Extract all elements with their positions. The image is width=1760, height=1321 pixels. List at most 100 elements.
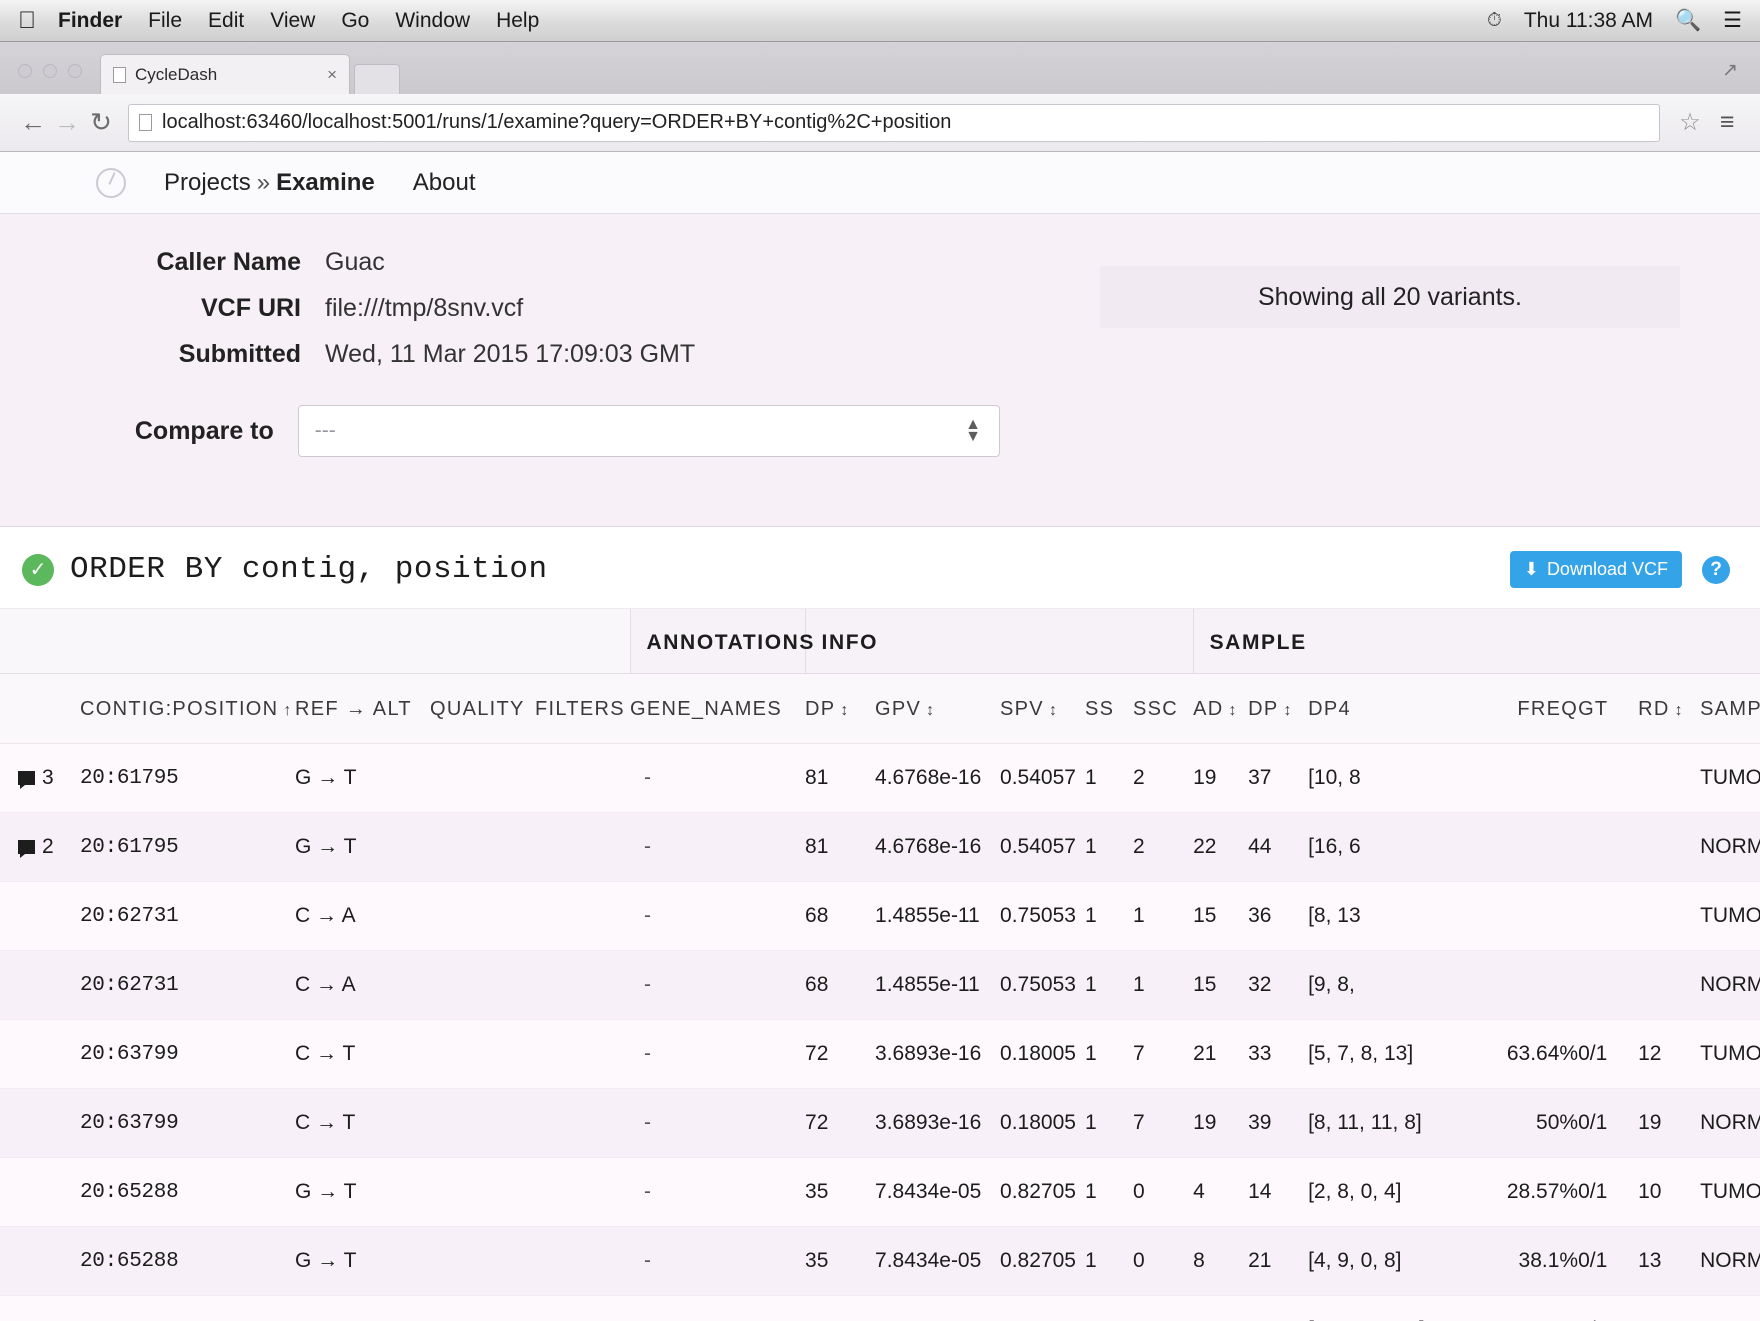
column-label: SS: [1085, 698, 1115, 720]
row-comment-count[interactable]: 2: [0, 812, 80, 882]
row-comment-count[interactable]: [0, 881, 80, 951]
page-info-icon[interactable]: [139, 114, 152, 131]
page-icon: [113, 66, 126, 83]
cell-dp: 35: [805, 1157, 876, 1227]
tab-cycledash[interactable]: CycleDash ×: [100, 54, 350, 94]
cell-position: 20:61795: [80, 812, 295, 882]
reload-icon[interactable]: ↻: [84, 107, 118, 138]
cell-position: 20:65900: [80, 1295, 295, 1321]
menu-item-view[interactable]: View: [270, 9, 315, 33]
column-header-dp-sample[interactable]: DP ↕: [1248, 673, 1309, 744]
cell-gpv: 1.4855e-11: [875, 881, 1001, 951]
table-row[interactable]: 20:62731 C → A -68 1.4855e-11 0.75053 1 1 15 32[…: [0, 950, 1760, 1020]
meta-row-caller-name: Caller Name Guac: [40, 248, 1000, 277]
menu-item-file[interactable]: File: [148, 9, 182, 33]
column-header-ad[interactable]: AD ↕: [1193, 673, 1249, 744]
caller-name-label: Caller Name: [156, 248, 301, 276]
breadcrumb-projects[interactable]: Projects: [164, 169, 251, 196]
cell-dp4: [8, 11, 11, 8]: [1308, 1088, 1484, 1158]
hamburger-menu-icon[interactable]: ≡: [1710, 108, 1744, 137]
cell-position: 20:62731: [80, 881, 295, 951]
timemachine-icon[interactable]: ⏱: [1487, 10, 1502, 32]
star-icon[interactable]: ☆: [1670, 108, 1710, 137]
menu-item-edit[interactable]: Edit: [208, 9, 244, 33]
cell-dp4: [8, 13: [1308, 881, 1484, 951]
download-vcf-button[interactable]: ⬇ Download VCF: [1509, 551, 1682, 588]
apple-icon[interactable]: : [18, 8, 36, 33]
cell-rd: 12: [1638, 1019, 1701, 1089]
nav-link-about[interactable]: About: [413, 169, 476, 197]
table-row[interactable]: 20:65288 G → T -35 7.8434e-05 0.82705 1 0 8 21 [4…: [0, 1226, 1760, 1296]
column-header-gene-names[interactable]: GENE_NAMES: [630, 673, 806, 744]
minimize-window-button[interactable]: [43, 64, 57, 78]
cell-filters: [535, 1088, 631, 1158]
cell-gpv: 3.6893e-16: [875, 1088, 1001, 1158]
cell-gpv: 4.6768e-16: [875, 812, 1001, 882]
menubar-clock[interactable]: Thu 11:38 AM: [1524, 9, 1653, 33]
cell-ssc: 0: [1133, 1226, 1194, 1296]
row-comment-count[interactable]: [0, 1226, 80, 1296]
table-row[interactable]: 20:63799 C → T -72 3.6893e-16 0.18005 1 7 19 39[…: [0, 1088, 1760, 1158]
compare-to-label: Compare to: [134, 416, 274, 445]
row-comment-count[interactable]: [0, 1295, 80, 1321]
close-window-button[interactable]: [18, 64, 32, 78]
expand-icon[interactable]: ↗: [1722, 59, 1738, 82]
cell-position: 20:65288: [80, 1157, 295, 1227]
cell-freq: 100%: [1483, 1295, 1579, 1321]
column-header-quality[interactable]: QUALITY: [430, 673, 535, 744]
column-label: DP: [805, 698, 836, 720]
table-row[interactable]: 20:65900G → A-531.5943e-311.0102727[0, 0…: [0, 1295, 1760, 1321]
row-comment-count[interactable]: [0, 1019, 80, 1089]
column-header-ss[interactable]: SS: [1085, 673, 1134, 744]
cell-sample: TUMOR: [1700, 1019, 1760, 1089]
maximize-window-button[interactable]: [68, 64, 82, 78]
table-row[interactable]: 3 20:61795 G → T -81 4.6768e-16 0.54057 1 2 19 37…: [0, 743, 1760, 813]
column-header-spv[interactable]: SPV ↕: [1000, 673, 1086, 744]
table-row[interactable]: 2 20:61795 G → T -81 4.6768e-16 0.54057 1 2 22 44…: [0, 812, 1760, 882]
table-row[interactable]: 20:62731 C → A -68 1.4855e-11 0.75053 1 1 15 36[…: [0, 881, 1760, 951]
menu-item-help[interactable]: Help: [496, 9, 539, 33]
cell-ad: 22: [1193, 812, 1249, 882]
column-header-ref-alt[interactable]: REF → ALT: [295, 673, 430, 744]
window-controls[interactable]: [0, 64, 100, 94]
column-header-freq[interactable]: FREQ: [1483, 673, 1579, 744]
notification-center-icon[interactable]: ☰: [1723, 8, 1742, 33]
table-row[interactable]: 20:65288 G → T -35 7.8434e-05 0.82705 1 0 4 14 [2…: [0, 1157, 1760, 1227]
column-header-dp[interactable]: DP ↕: [805, 673, 876, 744]
row-comment-count[interactable]: [0, 1157, 80, 1227]
column-header-gpv[interactable]: GPV ↕: [875, 673, 1001, 744]
column-header-ssc[interactable]: SSC: [1133, 673, 1194, 744]
cell-spv: 0.54057: [1000, 743, 1086, 813]
column-header-dp4[interactable]: DP4: [1308, 673, 1484, 744]
column-header-filters[interactable]: FILTERS: [535, 673, 631, 744]
column-label: SAMPLE: [1700, 698, 1760, 720]
row-comment-count[interactable]: [0, 1088, 80, 1158]
help-icon[interactable]: ?: [1702, 555, 1730, 584]
cell-ssc: 2: [1133, 812, 1194, 882]
column-label: QUALITY: [430, 698, 525, 720]
cell-dp_sample: 36: [1248, 881, 1309, 951]
cell-ss: 1: [1085, 881, 1134, 951]
menu-item-finder[interactable]: Finder: [58, 9, 122, 33]
row-comment-count[interactable]: [0, 950, 80, 1020]
column-header-rd[interactable]: RD ↕: [1638, 673, 1701, 744]
query-text[interactable]: ORDER BY contig, position: [70, 552, 548, 587]
cell-ssc: 7: [1133, 1019, 1194, 1089]
menu-item-go[interactable]: Go: [341, 9, 369, 33]
cycledash-logo-icon[interactable]: [96, 167, 126, 198]
back-arrow-icon[interactable]: ←: [16, 107, 50, 138]
row-comment-count[interactable]: 3: [0, 743, 80, 813]
table-row[interactable]: 20:63799 C → T -72 3.6893e-16 0.18005 1 7 21 33[…: [0, 1019, 1760, 1089]
cell-ref_alt: G → T: [295, 812, 430, 882]
compare-to-select[interactable]: --- ▲ ▼: [297, 405, 1000, 457]
cell-quality: [430, 881, 535, 951]
column-header-sample[interactable]: SAMPLE: [1700, 673, 1760, 744]
cell-gene_names: -: [630, 743, 806, 813]
close-icon[interactable]: ×: [319, 65, 337, 85]
menu-item-window[interactable]: Window: [395, 9, 470, 33]
column-header-gt[interactable]: GT: [1578, 673, 1639, 744]
search-icon[interactable]: 🔍: [1675, 9, 1701, 33]
address-input[interactable]: localhost:63460/localhost:5001/runs/1/ex…: [128, 103, 1660, 142]
new-tab-button[interactable]: [354, 64, 400, 94]
column-header-contig-position[interactable]: CONTIG:POSITION ↑: [80, 673, 295, 744]
